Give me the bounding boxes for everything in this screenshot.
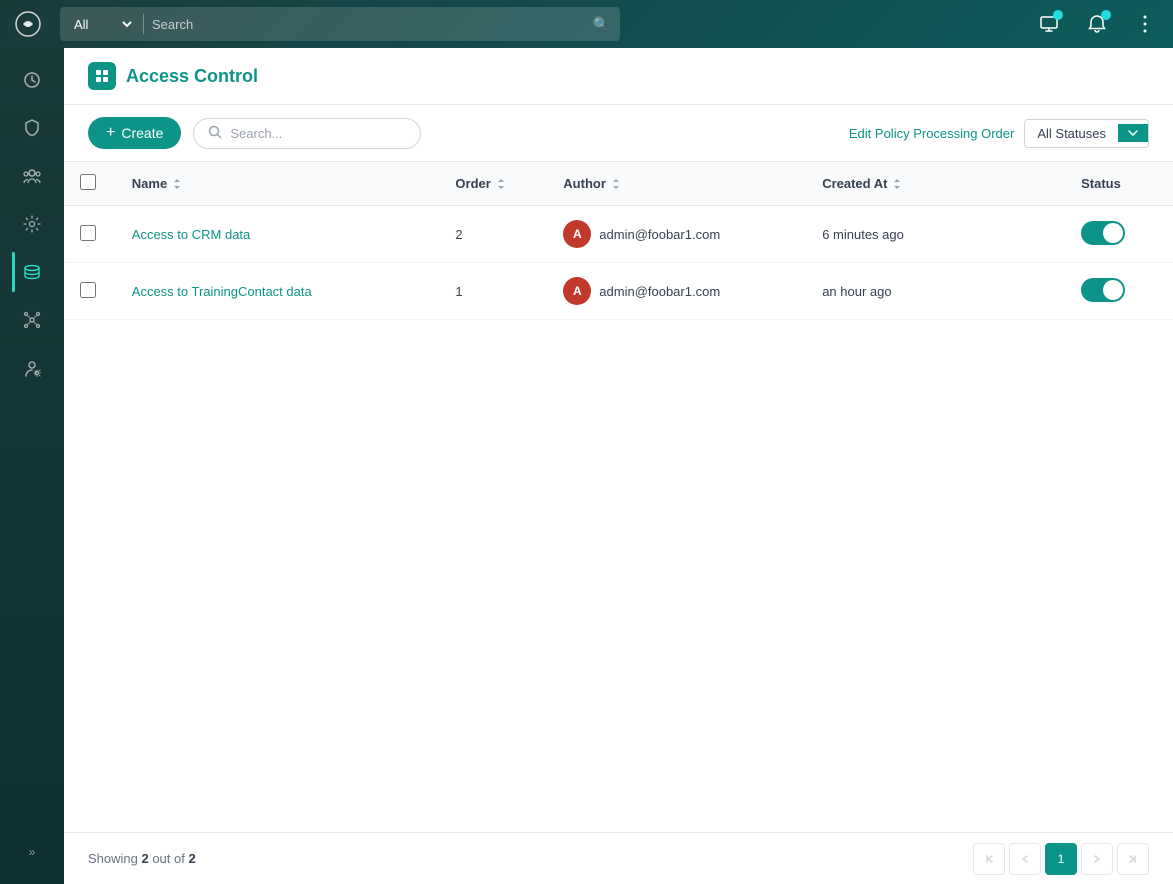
row-checkbox-cell — [64, 206, 116, 263]
footer: Showing 2 out of 2 1 — [64, 832, 1173, 884]
row-status-toggle[interactable] — [1081, 221, 1125, 245]
pagination: 1 — [973, 843, 1149, 875]
row-checkbox[interactable] — [80, 282, 96, 298]
row-name-cell: Access to CRM data — [116, 206, 440, 263]
row-checkbox-cell — [64, 263, 116, 320]
sidebar-item-dashboard[interactable] — [12, 60, 52, 100]
first-page-button[interactable] — [973, 843, 1005, 875]
last-page-button[interactable] — [1117, 843, 1149, 875]
header-status: Status — [1065, 162, 1173, 206]
header-checkbox-col — [64, 162, 116, 206]
content-area: Access Control + Create Edit Policy Proc… — [64, 48, 1173, 884]
row-name-link[interactable]: Access to CRM data — [132, 227, 251, 242]
notifications-badge — [1101, 10, 1111, 20]
order-sort-icon — [497, 178, 505, 190]
row-author-cell: A admin@foobar1.com — [547, 263, 806, 320]
notifications-button[interactable] — [1081, 8, 1113, 40]
showing-total: 2 — [188, 851, 195, 866]
toolbar: + Create Edit Policy Processing Order Al… — [64, 105, 1173, 162]
table-row: Access to CRM data 2 A admin@foobar1.com… — [64, 206, 1173, 263]
showing-text: Showing 2 out of 2 — [88, 851, 196, 866]
search-divider — [143, 14, 144, 34]
author-cell-container: A admin@foobar1.com — [563, 277, 790, 305]
header-created-at[interactable]: Created At — [806, 162, 1065, 206]
row-name-link[interactable]: Access to TrainingContact data — [132, 284, 312, 299]
status-filter-arrow[interactable] — [1118, 124, 1148, 142]
name-sort-icon — [173, 178, 181, 190]
author-col-label: Author — [563, 176, 606, 191]
showing-count: 2 — [141, 851, 148, 866]
sidebar-item-team[interactable] — [12, 156, 52, 196]
row-created-cell: 6 minutes ago — [806, 206, 1065, 263]
table-row: Access to TrainingContact data 1 A admin… — [64, 263, 1173, 320]
status-col-label: Status — [1081, 176, 1121, 191]
global-search-container: All Policies Users 🔍 — [60, 7, 620, 41]
monitor-button[interactable] — [1033, 8, 1065, 40]
create-icon: + — [106, 125, 115, 141]
author-cell-container: A admin@foobar1.com — [563, 220, 790, 248]
next-page-button[interactable] — [1081, 843, 1113, 875]
toolbar-search-icon — [208, 125, 222, 142]
row-author-cell: A admin@foobar1.com — [547, 206, 806, 263]
row-order-cell: 1 — [439, 263, 547, 320]
header-author[interactable]: Author — [547, 162, 806, 206]
monitor-badge — [1053, 10, 1063, 20]
sidebar-expand-button[interactable]: » — [12, 840, 52, 864]
table-container: Name Order — [64, 162, 1173, 832]
sidebar-item-security[interactable] — [12, 108, 52, 148]
sidebar-item-settings[interactable] — [12, 204, 52, 244]
create-label: Create — [121, 125, 163, 141]
status-filter-dropdown: All Statuses — [1024, 119, 1149, 148]
prev-page-button[interactable] — [1009, 843, 1041, 875]
author-avatar: A — [563, 220, 591, 248]
row-status-cell — [1065, 206, 1173, 263]
sidebar-item-nodes[interactable] — [12, 300, 52, 340]
select-all-checkbox[interactable] — [80, 174, 96, 190]
app-logo[interactable] — [12, 8, 44, 40]
toolbar-search-container — [193, 118, 421, 149]
page-title: Access Control — [126, 66, 258, 87]
topbar: All Policies Users 🔍 — [0, 0, 1173, 48]
toolbar-right: Edit Policy Processing Order All Statuse… — [849, 119, 1149, 148]
page-header: Access Control — [64, 48, 1173, 105]
access-control-table: Name Order — [64, 162, 1173, 320]
topbar-right — [1033, 8, 1161, 40]
sidebar-item-user-settings[interactable] — [12, 348, 52, 388]
page-1-button[interactable]: 1 — [1045, 843, 1077, 875]
search-icon: 🔍 — [593, 16, 610, 33]
page-header-icon — [88, 62, 116, 90]
order-col-label: Order — [455, 176, 490, 191]
global-search-input[interactable] — [152, 17, 593, 32]
row-status-toggle[interactable] — [1081, 278, 1125, 302]
row-name-cell: Access to TrainingContact data — [116, 263, 440, 320]
row-status-cell — [1065, 263, 1173, 320]
name-col-label: Name — [132, 176, 167, 191]
row-checkbox[interactable] — [80, 225, 96, 241]
header-name[interactable]: Name — [116, 162, 440, 206]
more-menu-button[interactable] — [1129, 8, 1161, 40]
created-col-label: Created At — [822, 176, 887, 191]
row-order-cell: 2 — [439, 206, 547, 263]
table-search-input[interactable] — [230, 126, 406, 141]
main-layout: » Access Control + Create — [0, 48, 1173, 884]
author-email: admin@foobar1.com — [599, 227, 720, 242]
author-email: admin@foobar1.com — [599, 284, 720, 299]
author-sort-icon — [612, 178, 620, 190]
author-avatar: A — [563, 277, 591, 305]
sidebar: » — [0, 48, 64, 884]
table-body: Access to CRM data 2 A admin@foobar1.com… — [64, 206, 1173, 320]
created-sort-icon — [893, 178, 901, 190]
table-header: Name Order — [64, 162, 1173, 206]
search-scope-select[interactable]: All Policies Users — [70, 16, 135, 33]
sidebar-item-database[interactable] — [12, 252, 52, 292]
row-created-cell: an hour ago — [806, 263, 1065, 320]
create-button[interactable]: + Create — [88, 117, 181, 149]
edit-policy-link[interactable]: Edit Policy Processing Order — [849, 126, 1014, 141]
status-filter-label[interactable]: All Statuses — [1025, 120, 1118, 147]
header-order[interactable]: Order — [439, 162, 547, 206]
